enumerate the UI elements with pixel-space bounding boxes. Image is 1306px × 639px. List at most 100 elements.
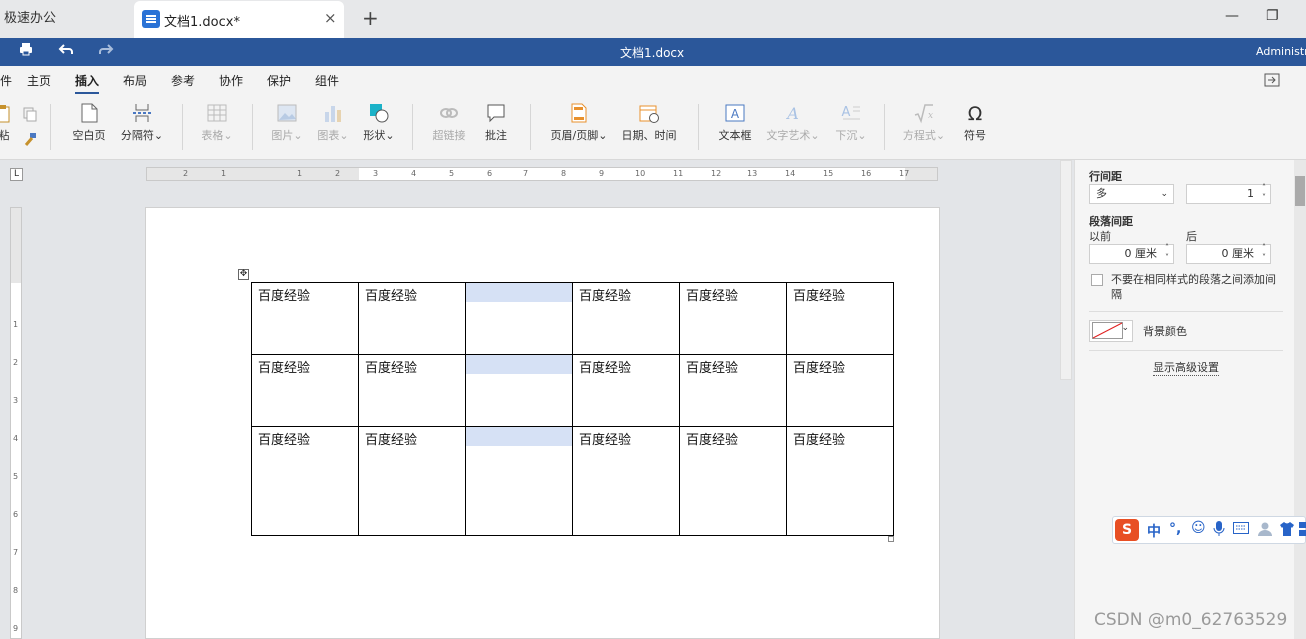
table-cell[interactable]: 百度经验	[251, 282, 359, 355]
spinner-icon[interactable]: ˄ ˅	[1262, 243, 1266, 263]
maximize-button[interactable]: ❐	[1266, 8, 1279, 24]
spinner-icon[interactable]: ˄ ˅	[1262, 183, 1266, 203]
tab-document[interactable]: 文档1.docx* ×	[134, 1, 344, 38]
emoji-icon[interactable]: ☺	[1191, 520, 1206, 536]
table-label: 表格	[201, 129, 224, 142]
table-cell-selected[interactable]	[465, 282, 573, 355]
menu-file[interactable]: 件	[0, 72, 12, 89]
vertical-ruler[interactable]: 1 2 3 4 5 6 7 8 9	[10, 207, 22, 639]
scrollbar-thumb[interactable]	[1295, 176, 1305, 206]
table-cell[interactable]: 百度经验	[572, 426, 680, 536]
table-move-handle[interactable]: ✥	[238, 269, 249, 280]
no-space-checkbox[interactable]	[1091, 274, 1103, 286]
line-spacing-mode-select[interactable]: 多 ⌄	[1089, 184, 1174, 204]
table-cell[interactable]: 百度经验	[358, 354, 466, 427]
advanced-settings-link[interactable]: 显示高级设置	[1153, 359, 1219, 376]
panel-scrollbar[interactable]	[1294, 160, 1306, 639]
print-icon[interactable]	[18, 41, 34, 61]
title-bar: 文档1.docx Administra	[0, 38, 1306, 66]
document-table[interactable]: 百度经验 百度经验 百度经验 百度经验 百度经验 百度经验 百度经验 百度经验 …	[251, 282, 894, 536]
redo-icon[interactable]	[98, 41, 114, 61]
dropcap-button[interactable]: A 下沉⌄	[832, 102, 870, 143]
close-tab-icon[interactable]: ×	[324, 9, 337, 27]
equation-button[interactable]: x 方程式⌄	[900, 102, 948, 143]
menu-collaborate[interactable]: 协作	[219, 72, 243, 89]
spinner-icon[interactable]: ˄ ˅	[1165, 243, 1169, 263]
shape-icon	[370, 104, 389, 123]
symbol-button[interactable]: Ω 符号	[958, 102, 992, 143]
table-cell[interactable]: 百度经验	[679, 426, 787, 536]
table-cell[interactable]: 百度经验	[786, 282, 894, 355]
ime-punctuation-toggle[interactable]: °,	[1169, 521, 1181, 537]
textart-button[interactable]: A 文字艺术⌄	[765, 102, 821, 143]
spacing-after-input[interactable]: 0 厘米 ˄ ˅	[1186, 243, 1271, 264]
menu-protect[interactable]: 保护	[267, 72, 291, 89]
table-cell[interactable]: 百度经验	[786, 426, 894, 536]
table-cell[interactable]: 百度经验	[572, 354, 680, 427]
table-cell[interactable]: 百度经验	[679, 354, 787, 427]
table-cell[interactable]: 百度经验	[679, 282, 787, 355]
datetime-label: 日期、时间	[621, 129, 677, 142]
header-footer-button[interactable]: 页眉/页脚⌄	[548, 102, 610, 143]
microphone-icon[interactable]	[1213, 521, 1225, 541]
menu-insert[interactable]: 插入	[75, 72, 100, 94]
no-space-label: 不要在相同样式的段落之间添加间隔	[1111, 273, 1276, 301]
table-cell-selected[interactable]	[465, 354, 573, 427]
user-name[interactable]: Administra	[1256, 45, 1306, 58]
tab-stop-selector[interactable]: L	[10, 168, 23, 181]
ime-language-toggle[interactable]: 中	[1147, 521, 1161, 541]
image-button[interactable]: 图片⌄	[268, 102, 306, 143]
table-cell[interactable]: 百度经验	[251, 426, 359, 536]
ruler-mark: 8	[13, 586, 19, 595]
minimize-button[interactable]: —	[1225, 8, 1239, 24]
hyperlink-button[interactable]: 超链接	[428, 102, 470, 143]
ime-toolbar[interactable]: S 中 °, ☺	[1112, 516, 1306, 544]
keyboard-icon[interactable]	[1233, 522, 1249, 538]
menu-layout[interactable]: 布局	[123, 72, 147, 89]
menu-home[interactable]: 主页	[27, 72, 51, 89]
table-cell-selected[interactable]	[465, 426, 573, 536]
spacing-before-input[interactable]: 0 厘米 ˄ ˅	[1089, 243, 1174, 264]
shape-button[interactable]: 形状⌄	[360, 102, 398, 143]
tab-document-label: 文档1.docx*	[164, 15, 240, 30]
background-color-picker[interactable]: ⌄	[1089, 320, 1133, 342]
open-location-icon[interactable]	[1264, 73, 1280, 90]
user-icon[interactable]	[1257, 521, 1273, 541]
textbox-button[interactable]: A 文本框	[715, 102, 755, 143]
format-painter-icon[interactable]	[22, 132, 38, 151]
line-spacing-value-input[interactable]: 1 ˄ ˅	[1186, 183, 1271, 204]
chart-button[interactable]: 图表⌄	[314, 102, 352, 143]
sogou-logo-icon[interactable]: S	[1115, 519, 1139, 541]
separator-button[interactable]: 分隔符⌄	[118, 102, 166, 143]
horizontal-ruler[interactable]: 2 1 1 2 3 4 5 6 7 8 9 10 11 12 13 14 15 16 17	[146, 167, 938, 181]
table-resize-handle[interactable]	[888, 536, 894, 542]
background-color-label: 背景颜色	[1143, 325, 1187, 338]
ribbon-separator	[252, 104, 253, 150]
copy-icon[interactable]	[22, 106, 38, 125]
comment-button[interactable]: 批注	[480, 102, 512, 143]
datetime-button[interactable]: 日期、时间	[620, 102, 678, 143]
table-cell[interactable]: 百度经验	[786, 354, 894, 427]
svg-text:A: A	[785, 104, 799, 123]
table-cell[interactable]: 百度经验	[251, 354, 359, 427]
shape-label: 形状	[363, 129, 386, 142]
table-cell[interactable]: 百度经验	[572, 282, 680, 355]
blank-page-button[interactable]: 空白页	[70, 102, 108, 143]
document-scrollbar[interactable]	[1060, 160, 1072, 380]
new-tab-button[interactable]: +	[362, 6, 379, 30]
table-cell[interactable]: 百度经验	[358, 426, 466, 536]
ribbon-separator	[530, 104, 531, 150]
ruler-mark: 2	[13, 358, 19, 367]
table-button[interactable]: 表格⌄	[198, 102, 236, 143]
menu-plugins[interactable]: 组件	[315, 72, 339, 89]
table-cell[interactable]: 百度经验	[358, 282, 466, 355]
undo-icon[interactable]	[58, 41, 74, 61]
paragraph-settings-panel: 行间距 多 ⌄ 1 ˄ ˅ 段落间距 以前 后 0 厘米 ˄ ˅ 0 厘米 ˄ ˅ 不…	[1074, 160, 1306, 639]
menu-references[interactable]: 参考	[171, 72, 195, 89]
paste-button[interactable]: 粘	[0, 102, 14, 143]
skin-icon[interactable]	[1279, 521, 1295, 541]
comment-icon	[487, 104, 505, 123]
tab-app[interactable]: 极速办公	[0, 0, 132, 38]
ime-menu-icon[interactable]	[1299, 522, 1306, 540]
equation-label: 方程式	[902, 129, 936, 142]
